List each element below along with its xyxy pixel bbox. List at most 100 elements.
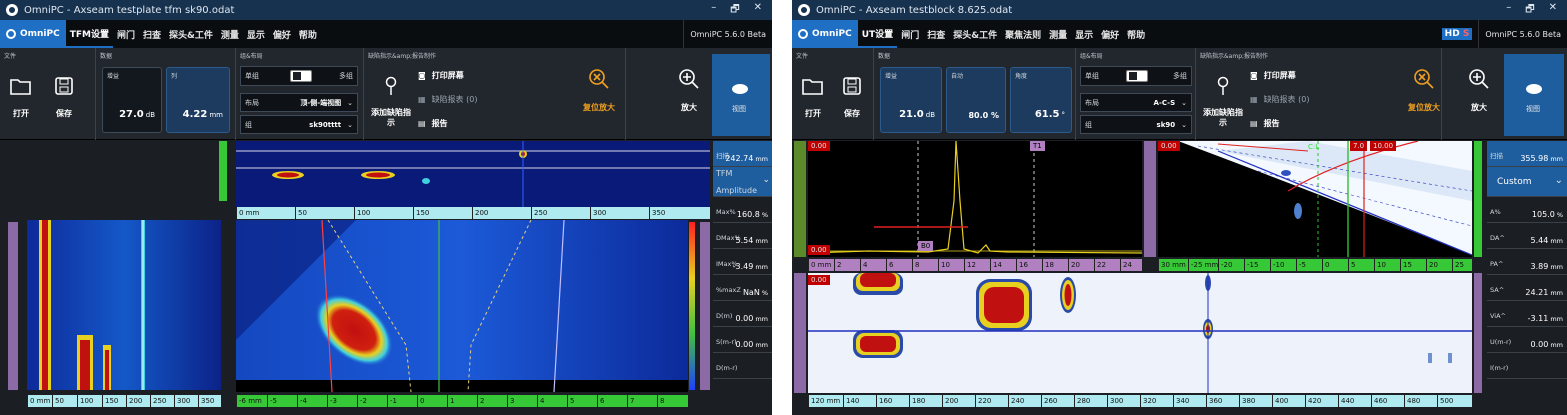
s-scan-ref-marker[interactable]: 0.00 <box>1158 141 1180 151</box>
reading-dmr: D(m-r) <box>713 353 772 379</box>
minimize-button[interactable]: – <box>1506 2 1511 19</box>
menu-probe-part[interactable]: 探头&工件 <box>949 28 1001 41</box>
view-button[interactable]: 视图 <box>1504 54 1564 136</box>
menu-display[interactable]: 显示 <box>243 28 269 41</box>
measure-marker[interactable]: 0.00 <box>808 245 830 255</box>
layout-select[interactable]: 布局 顶-侧-端视图 ⌄ <box>240 93 358 112</box>
ribbon: 文件 打开 保存 数据 增益 27.0 dB 列 4.22 mm 组&布局 单组… <box>0 48 772 140</box>
camera-icon: ◙ <box>1250 71 1258 80</box>
scan-position[interactable]: 扫描 355.98 mm <box>1487 141 1567 167</box>
view-mode-select[interactable]: TFM Amplitude ⌄ <box>713 167 772 197</box>
restore-button[interactable]: 🗗 <box>1525 2 1534 19</box>
menu-gates[interactable]: 闸门 <box>897 28 923 41</box>
menu-preferences[interactable]: 偏好 <box>1097 28 1123 41</box>
open-button[interactable]: 打开 <box>802 76 824 119</box>
menu-bar: OmniPC TFM设置 闸门 扫查 探头&工件 测量 显示 偏好 帮助 Omn… <box>0 20 772 48</box>
add-defect-button[interactable]: 添加缺陷指示 <box>1200 76 1246 127</box>
menu-probe-part[interactable]: 探头&工件 <box>165 28 217 41</box>
angle-marker-2[interactable]: 10.00 <box>1370 141 1397 151</box>
chevron-down-icon: ⌄ <box>347 120 353 129</box>
minimize-button[interactable]: – <box>711 2 716 19</box>
auto-tile[interactable]: 自动 80.0 % <box>946 67 1006 133</box>
a-scan-view[interactable]: 0.00 0.00 T1 B0 <box>808 141 1142 257</box>
folder-icon <box>10 79 31 95</box>
reset-zoom-button[interactable]: 复位放大 <box>574 68 624 113</box>
restore-button[interactable]: 🗗 <box>730 2 739 19</box>
measurement-panel: 扫描 355.98 mm Custom ⌄ A% 105.0% DA^ 5.44 mm PA… <box>1487 141 1567 415</box>
table-icon: ▦ <box>418 95 426 104</box>
menu-scan[interactable]: 扫查 <box>923 28 949 41</box>
close-button[interactable]: ✕ <box>1549 2 1557 19</box>
angle-marker[interactable]: 7.0 <box>1350 141 1368 151</box>
s-scan-view[interactable]: 0.00 C:L 7.0 10.00 <box>1158 141 1472 257</box>
measurement-panel: 扫描 242.74 mm TFM Amplitude ⌄ Max% 160.8% DMax… <box>713 141 772 415</box>
scan-color-bar <box>219 141 227 201</box>
window-title: OmniPC - Axseam testplate tfm sk90.odat <box>24 4 235 16</box>
group-toggle[interactable] <box>290 70 312 82</box>
c-scan-view[interactable]: 0.00 <box>808 273 1472 393</box>
s-scan-color-bar <box>1474 141 1482 257</box>
c-scan-right-ruler <box>1474 273 1482 393</box>
omnipc-logo[interactable]: OmniPC <box>0 20 66 48</box>
file-section: 文件 打开 保存 <box>0 48 96 140</box>
reset-zoom-button[interactable]: 复位放大 <box>1404 68 1444 113</box>
data-section: 数据 增益 27.0 dB 列 4.22 mm <box>96 48 236 140</box>
chevron-down-icon: ⌄ <box>1554 175 1563 186</box>
open-button[interactable]: 打开 <box>10 76 32 119</box>
reading-max: Max% 160.8% <box>713 197 772 223</box>
zoom-in-icon <box>1469 69 1489 89</box>
reference-marker[interactable]: 0.00 <box>808 141 830 151</box>
scan-axis-ruler: 120 mm 140 160 180 200 220 240 260 280 300 320 340 3… <box>808 395 1472 407</box>
view-button[interactable]: 视图 <box>712 54 770 136</box>
menu-measure[interactable]: 测量 <box>217 28 243 41</box>
print-screen-button[interactable]: ◙ 打印屏幕 <box>1250 70 1296 81</box>
pin-icon <box>385 76 397 95</box>
defect-table-button[interactable]: ▦ 缺陷报表 (0) <box>1250 94 1309 105</box>
menu-tfm-settings[interactable]: TFM设置 <box>65 20 113 48</box>
reading-maxz: %maxZ NaN% <box>713 275 772 301</box>
menu-measure[interactable]: 测量 <box>1045 28 1071 41</box>
title-bar: OmniPC - Axseam testblock 8.625.odat – 🗗… <box>792 0 1567 20</box>
menu-ut-settings[interactable]: UT设置 <box>857 20 898 48</box>
menu-help[interactable]: 帮助 <box>295 28 321 41</box>
menu-focal-laws[interactable]: 聚焦法则 <box>1001 28 1045 41</box>
save-button[interactable]: 保存 <box>842 76 862 119</box>
defect-table-button[interactable]: ▦ 缺陷报表 (0) <box>418 94 477 105</box>
gate-t1-label[interactable]: T1 <box>1030 141 1045 151</box>
gain-tile[interactable]: 增益 21.0 dB <box>880 67 942 133</box>
report-button[interactable]: ▤ 报告 <box>1250 118 1280 129</box>
view-mode-select[interactable]: Custom ⌄ <box>1487 167 1567 197</box>
top-view-scan[interactable] <box>236 141 710 207</box>
close-button[interactable]: ✕ <box>754 2 762 19</box>
chevron-down-icon: ⌄ <box>1181 120 1187 129</box>
data-section: 数据 增益 21.0 dB 自动 80.0 % 角度 61.5 ° <box>874 48 1076 140</box>
side-view-scan[interactable] <box>27 220 221 390</box>
zoom-button[interactable]: 放大 <box>674 68 704 113</box>
report-button[interactable]: ▤ 报告 <box>418 118 448 129</box>
menu-scan[interactable]: 扫查 <box>139 28 165 41</box>
scan-position[interactable]: 扫描 242.74 mm <box>713 141 772 167</box>
menu-display[interactable]: 显示 <box>1071 28 1097 41</box>
zoom-button[interactable]: 放大 <box>1464 68 1494 113</box>
menu-gates[interactable]: 闸门 <box>113 28 139 41</box>
menu-help[interactable]: 帮助 <box>1123 28 1149 41</box>
gain-tile[interactable]: 增益 27.0 dB <box>102 67 162 133</box>
group-toggle[interactable] <box>1126 70 1148 82</box>
save-button[interactable]: 保存 <box>54 76 74 119</box>
angle-tile[interactable]: 角度 61.5 ° <box>1010 67 1072 133</box>
defect-report-section: 缺陷指示&amp;报告制作 添加缺陷指示 ◙ 打印屏幕 ▦ 缺陷报表 (0) ▤ 报告… <box>364 48 626 140</box>
layout-select[interactable]: 布局 A-C-S ⌄ <box>1080 93 1192 112</box>
group-select[interactable]: 组 sk90 ⌄ <box>1080 115 1192 134</box>
print-screen-button[interactable]: ◙ 打印屏幕 <box>418 70 464 81</box>
chevron-down-icon: ⌄ <box>1181 98 1187 107</box>
add-defect-button[interactable]: 添加缺陷指示 <box>368 76 414 127</box>
reading-da: DA^ 5.44 mm <box>1487 223 1567 249</box>
bottom-right-ruler: -6 mm -5 -4 -3 -2 -1 0 1 2 3 4 5 6 7 8 <box>236 395 688 407</box>
menu-preferences[interactable]: 偏好 <box>269 28 295 41</box>
omnipc-logo[interactable]: OmniPC <box>792 20 858 48</box>
gate-b0-label[interactable]: B0 <box>918 241 934 251</box>
c-scan-ref-marker[interactable]: 0.00 <box>808 275 830 285</box>
end-view-tfm[interactable] <box>236 220 688 392</box>
column-tile[interactable]: 列 4.22 mm <box>166 67 230 133</box>
group-select[interactable]: 组 sk90tttt ⌄ <box>240 115 358 134</box>
